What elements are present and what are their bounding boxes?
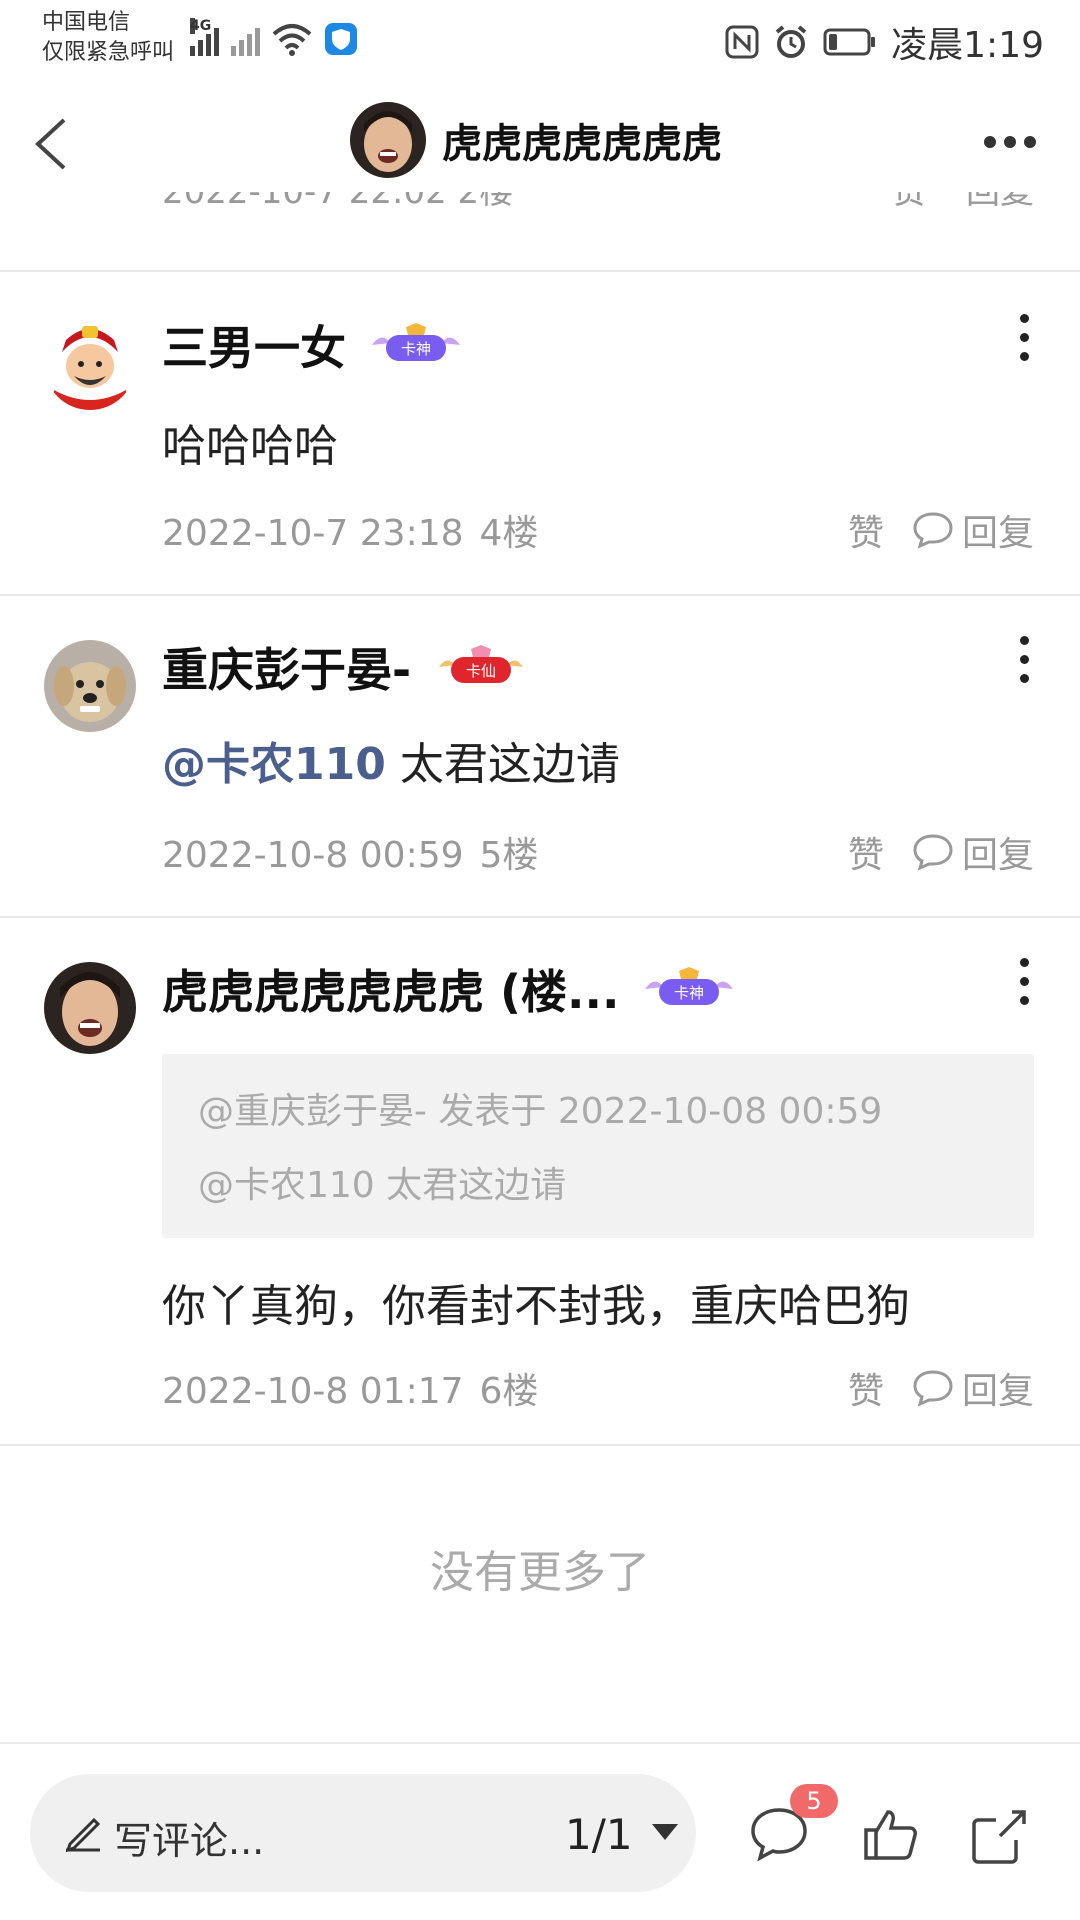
- avatar[interactable]: [44, 640, 136, 732]
- status-right: 凌晨1:19: [725, 16, 1044, 68]
- avatar[interactable]: [44, 318, 136, 410]
- reply-label: 回复: [961, 835, 1034, 876]
- comment-input[interactable]: 写评论... 1/1: [30, 1774, 696, 1892]
- like-button[interactable]: 赞: [848, 826, 884, 878]
- username[interactable]: 三男一女: [162, 312, 346, 378]
- svg-text:卡神: 卡神: [401, 340, 431, 358]
- quote-body: @卡农110 太君这边请: [198, 1165, 567, 1206]
- share-icon[interactable]: [968, 1804, 1030, 1866]
- status-bar: 中国电信 仅限紧急呼叫 4G 凌晨1:19: [0, 0, 1080, 80]
- comment-actions: 赞 回复: [848, 504, 1034, 556]
- page-indicator[interactable]: 1/1: [565, 1810, 633, 1859]
- comment-more-icon[interactable]: [1014, 314, 1034, 361]
- reply-button[interactable]: 回复: [912, 504, 1034, 556]
- level-badge-icon: 卡仙: [439, 645, 524, 683]
- name-line: 重庆彭于晏- 卡仙: [162, 634, 529, 700]
- header-title-group[interactable]: 虎虎虎虎虎虎虎: [350, 102, 722, 178]
- name-line: 虎虎虎虎虎虎虎 (楼... 卡神: [162, 956, 737, 1022]
- comment-floor: 5楼: [479, 835, 539, 876]
- comment-text-body: 太君这边请: [385, 739, 620, 790]
- quote-header: @重庆彭于晏- 发表于 2022-10-08 00:59: [198, 1091, 883, 1132]
- wifi-icon: [272, 24, 312, 56]
- comment-count-badge: 5: [790, 1784, 838, 1818]
- comment-floor: 4楼: [479, 513, 539, 554]
- comment-text: 哈哈哈哈: [162, 421, 338, 472]
- comment-item: 三男一女 卡神 哈哈哈哈 2022-10-7 23:18 4楼 赞 回复: [0, 274, 1080, 596]
- reply-bubble-icon: [913, 1370, 953, 1407]
- more-options-icon[interactable]: [984, 136, 1036, 148]
- reply-bubble-icon: [913, 512, 953, 549]
- top-navigation-bar: 虎虎虎虎虎虎虎: [0, 80, 1080, 208]
- carrier-info: 中国电信 仅限紧急呼叫: [42, 8, 174, 68]
- comment-actions: 赞 回复: [848, 826, 1034, 878]
- comment-text: 你丫真狗，你看封不封我，重庆哈巴狗: [162, 1281, 910, 1332]
- comment-meta: 2022-10-8 01:17 6楼: [162, 1362, 538, 1414]
- carrier-status: 仅限紧急呼叫: [42, 40, 175, 65]
- level-badge-icon: 卡神: [372, 323, 460, 361]
- comment-meta: 2022-10-7 23:18 4楼: [162, 504, 538, 556]
- end-of-list-text: 没有更多了: [430, 1547, 650, 1598]
- network-type: 4G: [190, 18, 212, 34]
- comment-meta: 2022-10-8 00:59 5楼: [162, 826, 538, 878]
- comment-more-icon[interactable]: [1014, 958, 1034, 1005]
- level-badge-icon: 卡神: [645, 967, 734, 1005]
- svg-text:卡神: 卡神: [674, 984, 704, 1002]
- svg-text:卡仙: 卡仙: [466, 662, 496, 680]
- shield-icon: [325, 23, 357, 55]
- quoted-comment[interactable]: @重庆彭于晏- 发表于 2022-10-08 00:59 @卡农110 太君这边…: [162, 1054, 1034, 1238]
- status-time: 凌晨1:19: [891, 25, 1044, 66]
- avatar[interactable]: [44, 962, 136, 1054]
- reply-bubble-icon: [913, 834, 953, 871]
- reply-button[interactable]: 回复: [912, 1362, 1034, 1414]
- alarm-icon: [775, 25, 807, 58]
- comment-more-icon[interactable]: [1014, 636, 1034, 683]
- reply-label: 回复: [961, 1371, 1034, 1412]
- previous-comment-partial: 2022-10-7 22:02 2楼 赞回复: [0, 192, 1080, 272]
- username[interactable]: 虎虎虎虎虎虎虎 (楼...: [162, 956, 619, 1022]
- like-button[interactable]: 赞: [848, 1362, 884, 1414]
- cellular-signal-2-icon: [231, 22, 260, 56]
- comment-item: 虎虎虎虎虎虎虎 (楼... 卡神 @重庆彭于晏- 发表于 2022-10-08 …: [0, 918, 1080, 1446]
- bottom-bar: 写评论... 1/1 5: [0, 1742, 1080, 1920]
- comment-item: 重庆彭于晏- 卡仙 @卡农110 太君这边请 2022-10-8 00:59 5楼…: [0, 596, 1080, 918]
- comment-floor: 6楼: [479, 1371, 539, 1412]
- page-title: 虎虎虎虎虎虎虎: [442, 121, 722, 167]
- comment-time: 2022-10-7 23:18: [162, 513, 464, 554]
- like-button[interactable]: 赞: [848, 504, 884, 556]
- comment-time: 2022-10-8 01:17: [162, 1371, 464, 1412]
- header-avatar[interactable]: [350, 102, 426, 178]
- name-line: 三男一女 卡神: [162, 312, 464, 378]
- back-icon[interactable]: [24, 112, 84, 176]
- cellular-signal-icon: 4G: [190, 18, 219, 56]
- comment-time: 2022-10-8 00:59: [162, 835, 464, 876]
- username[interactable]: 重庆彭于晏-: [162, 634, 411, 700]
- pen-icon: [65, 1817, 101, 1852]
- reply-button[interactable]: 回复: [912, 826, 1034, 878]
- reply-label: 回复: [961, 513, 1034, 554]
- chevron-down-icon[interactable]: [652, 1824, 678, 1840]
- signal-icons: 4G: [190, 16, 358, 56]
- nfc-icon: [725, 25, 759, 59]
- carrier-name: 中国电信: [42, 10, 131, 35]
- thumbs-up-icon[interactable]: [860, 1804, 922, 1866]
- comment-actions: 赞 回复: [848, 1362, 1034, 1414]
- comment-input-placeholder: 写评论...: [114, 1819, 265, 1863]
- battery-icon: [823, 28, 876, 56]
- mention-link[interactable]: @卡农110: [162, 739, 386, 790]
- comment-text: @卡农110 太君这边请: [162, 728, 620, 792]
